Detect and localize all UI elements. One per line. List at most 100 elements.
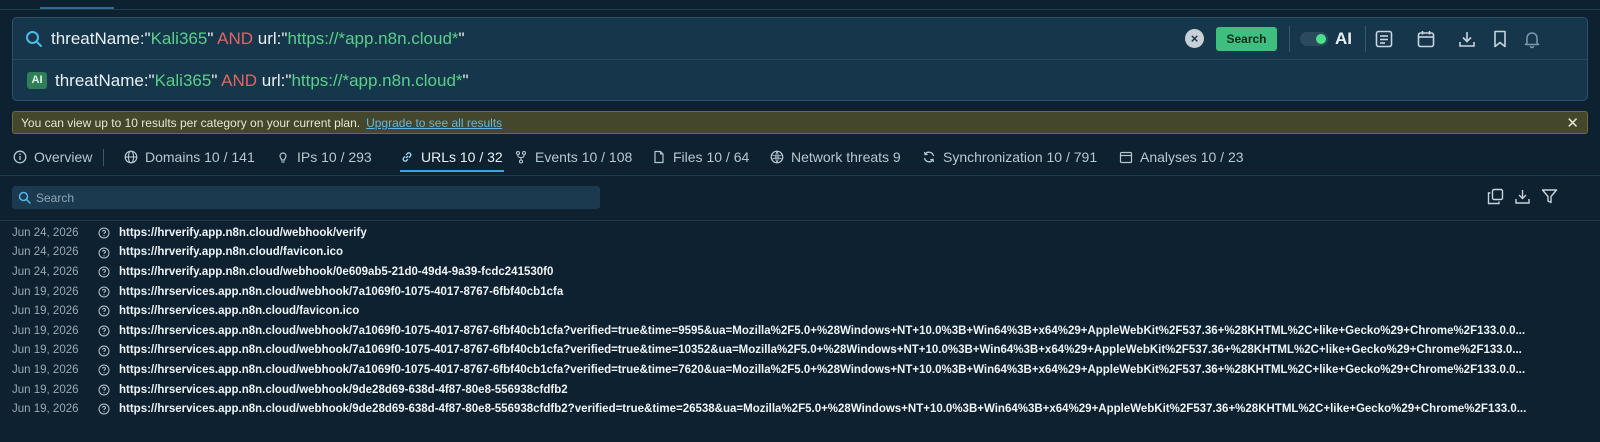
- tab-label: Events 10 / 108: [535, 149, 633, 165]
- tab-synchronization[interactable]: Synchronization 10 / 791: [922, 141, 1097, 173]
- info-icon[interactable]: [98, 384, 110, 396]
- query-input-row[interactable]: threatName:"Kali365" AND url:"https://*a…: [13, 18, 1587, 60]
- row-url[interactable]: https://hrservices.app.n8n.cloud/webhook…: [119, 364, 1551, 376]
- export-button[interactable]: [1514, 188, 1531, 210]
- row-url[interactable]: https://hrservices.app.n8n.cloud/webhook…: [119, 384, 1551, 396]
- row-url[interactable]: https://hrverify.app.n8n.cloud/favicon.i…: [119, 246, 1551, 258]
- row-url[interactable]: https://hrservices.app.n8n.cloud/webhook…: [119, 325, 1551, 337]
- banner-message: You can view up to 10 results per catego…: [21, 116, 502, 130]
- url-row[interactable]: Jun 24, 2026 https://hrverify.app.n8n.clo…: [0, 243, 1600, 263]
- bell-icon[interactable]: [1522, 29, 1542, 49]
- url-row[interactable]: Jun 19, 2026 https://hrservices.app.n8n.c…: [0, 341, 1600, 361]
- lightbulb-icon: [279, 152, 287, 163]
- row-url[interactable]: https://hrverify.app.n8n.cloud/webhook/0…: [119, 266, 1551, 278]
- query-input[interactable]: threatName:"Kali365" AND url:"https://*a…: [51, 29, 465, 49]
- tab-label: Analyses 10 / 23: [1140, 149, 1244, 165]
- tab-label: Network threats 9: [791, 149, 901, 165]
- ai-query-row[interactable]: AI threatName:"Kali365" AND url:"https:/…: [13, 60, 1587, 102]
- row-date: Jun 19, 2026: [12, 363, 79, 376]
- row-date: Jun 24, 2026: [12, 246, 79, 259]
- query-token-str: Kali365: [154, 71, 212, 90]
- query-token-key: url:: [257, 71, 286, 90]
- query-token-op: AND: [217, 29, 254, 48]
- url-row[interactable]: Jun 19, 2026 https://hrservices.app.n8n.c…: [0, 360, 1600, 380]
- tab-label: IPs 10 / 293: [297, 149, 372, 165]
- info-icon[interactable]: [98, 227, 110, 239]
- info-icon[interactable]: [98, 305, 110, 317]
- download-icon: [1515, 190, 1530, 204]
- file-icon: [654, 150, 664, 164]
- search-icon: [18, 191, 31, 204]
- info-icon[interactable]: [98, 247, 110, 259]
- row-url[interactable]: https://hrservices.app.n8n.cloud/favicon…: [119, 305, 1551, 317]
- info-icon[interactable]: [98, 403, 110, 415]
- url-row[interactable]: Jun 19, 2026 https://hrservices.app.n8n.c…: [0, 399, 1600, 419]
- clear-icon[interactable]: ×: [1185, 29, 1204, 48]
- ai-toggle-knob: [1316, 34, 1326, 44]
- query-token-str: https://*app.n8n.cloud*: [291, 71, 463, 90]
- tab-domains[interactable]: Domains 10 / 141: [124, 141, 255, 173]
- tab-label: Overview: [34, 149, 93, 165]
- list-search-input[interactable]: [36, 189, 576, 206]
- toolbar-divider: [1365, 26, 1366, 52]
- copy-icon: [1487, 188, 1504, 205]
- tab-analyses[interactable]: Analyses 10 / 23: [1119, 141, 1244, 173]
- info-icon[interactable]: [98, 345, 110, 357]
- search-button[interactable]: Search: [1216, 27, 1277, 51]
- notes-icon[interactable]: [1374, 29, 1394, 49]
- tab-label: Domains 10 / 141: [145, 149, 255, 165]
- row-date: Jun 19, 2026: [12, 305, 79, 318]
- query-token-key: ": [458, 29, 465, 48]
- url-row[interactable]: Jun 19, 2026 https://hrservices.app.n8n.c…: [0, 380, 1600, 400]
- download-icon[interactable]: [1457, 29, 1477, 49]
- query-token-key: threatName:: [51, 29, 145, 48]
- tab-events[interactable]: Events 10 / 108: [514, 141, 632, 173]
- info-icon[interactable]: [98, 364, 110, 376]
- info-icon[interactable]: [98, 325, 110, 337]
- query-panel: threatName:"Kali365" AND url:"https://*a…: [12, 17, 1588, 101]
- toolbar-divider: [1289, 26, 1290, 52]
- query-token-str: https://*app.n8n.cloud*: [287, 29, 459, 48]
- tab-ips[interactable]: IPs 10 / 293: [276, 141, 372, 173]
- row-url[interactable]: https://hrservices.app.n8n.cloud/webhook…: [119, 286, 1551, 298]
- close-icon[interactable]: ✕: [1566, 114, 1579, 132]
- row-date: Jun 19, 2026: [12, 383, 79, 396]
- category-tabs: Overview Domains 10 / 141 IPs 10 / 293 U…: [0, 141, 1600, 175]
- link-icon: [402, 152, 412, 162]
- row-url[interactable]: https://hrverify.app.n8n.cloud/webhook/v…: [119, 227, 1551, 239]
- calendar-icon: [1119, 151, 1133, 164]
- query-token-op: AND: [221, 71, 258, 90]
- tab-network-threats[interactable]: Network threats 9: [770, 141, 901, 173]
- filter-button[interactable]: [1541, 188, 1558, 210]
- url-row[interactable]: Jun 19, 2026 https://hrservices.app.n8n.c…: [0, 321, 1600, 341]
- row-date: Jun 19, 2026: [12, 285, 79, 298]
- calendar-icon[interactable]: [1416, 29, 1436, 49]
- list-search-box[interactable]: [12, 186, 600, 209]
- query-token-str: Kali365: [150, 29, 208, 48]
- url-row[interactable]: Jun 19, 2026 https://hrservices.app.n8n.c…: [0, 301, 1600, 321]
- branch-icon: [515, 150, 527, 164]
- query-token-key: ": [462, 71, 469, 90]
- tab-overview[interactable]: Overview: [13, 141, 92, 173]
- search-icon: [26, 31, 42, 47]
- row-url[interactable]: https://hrservices.app.n8n.cloud/webhook…: [119, 403, 1551, 415]
- info-icon[interactable]: [98, 266, 110, 278]
- active-tab-indicator: [400, 170, 504, 172]
- copy-button[interactable]: [1487, 188, 1504, 210]
- query-token-key: url:: [253, 29, 282, 48]
- tab-divider: [103, 149, 104, 166]
- url-row[interactable]: Jun 24, 2026 https://hrverify.app.n8n.clo…: [0, 223, 1600, 243]
- url-row[interactable]: Jun 19, 2026 https://hrservices.app.n8n.c…: [0, 282, 1600, 302]
- upgrade-link[interactable]: Upgrade to see all results: [366, 116, 502, 130]
- ai-generated-query[interactable]: threatName:"Kali365" AND url:"https://*a…: [55, 71, 469, 91]
- globe-icon: [124, 150, 138, 164]
- ai-toggle[interactable]: [1300, 32, 1328, 46]
- row-date: Jun 24, 2026: [12, 265, 79, 278]
- url-row[interactable]: Jun 24, 2026 https://hrverify.app.n8n.clo…: [0, 262, 1600, 282]
- row-url[interactable]: https://hrservices.app.n8n.cloud/webhook…: [119, 344, 1551, 356]
- info-icon[interactable]: [98, 286, 110, 298]
- tab-files[interactable]: Files 10 / 64: [652, 141, 749, 173]
- tab-urls[interactable]: URLs 10 / 32: [400, 141, 503, 173]
- bookmark-icon[interactable]: [1490, 29, 1510, 49]
- tab-label: Synchronization 10 / 791: [943, 149, 1098, 165]
